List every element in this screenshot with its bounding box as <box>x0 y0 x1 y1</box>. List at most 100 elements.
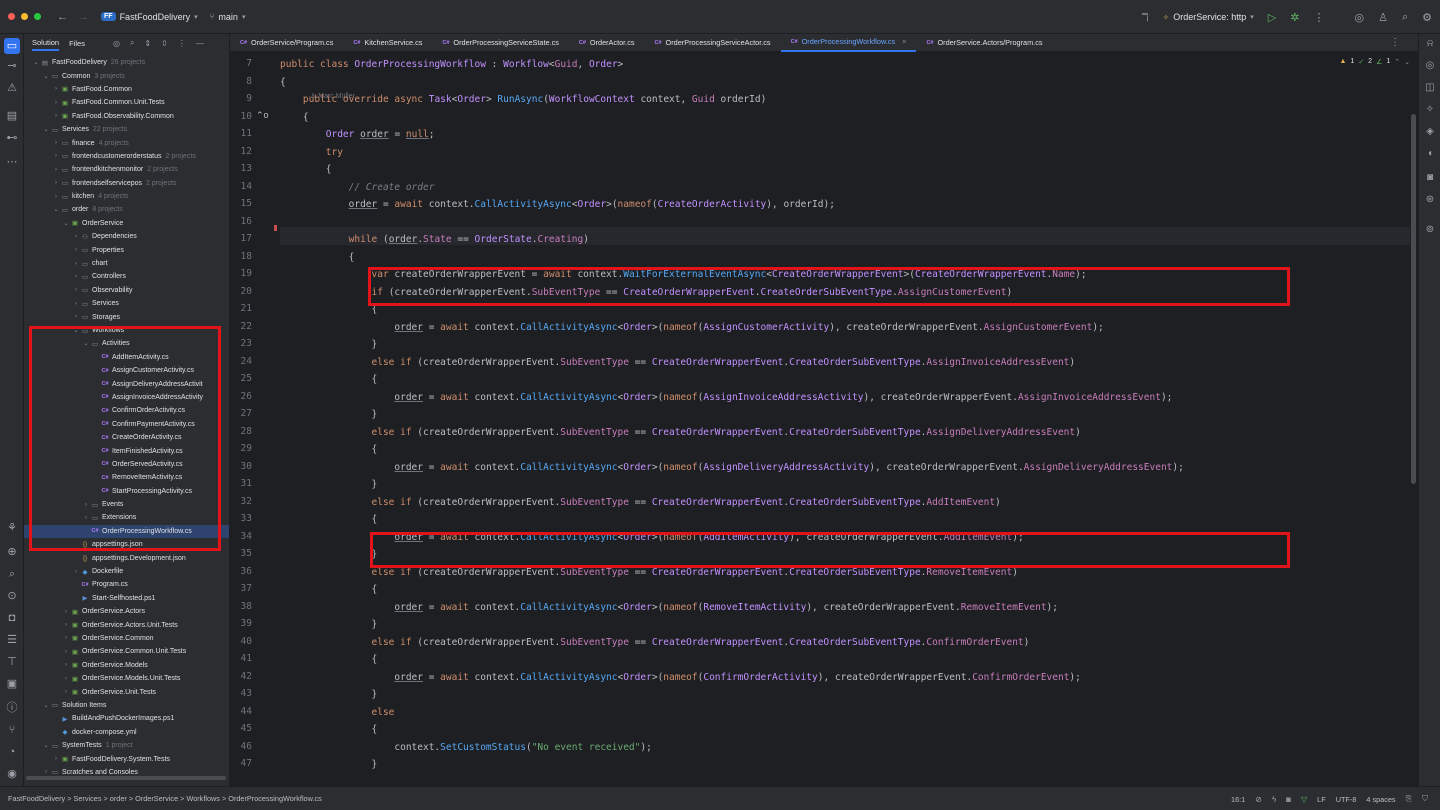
tree-item[interactable]: › ▣ OrderService.Common <box>24 632 229 645</box>
tree-item[interactable]: C# Program.cs <box>24 578 229 591</box>
copilot-icon[interactable]: ◙ <box>1424 172 1436 184</box>
chevron-right-icon[interactable]: › <box>52 86 60 92</box>
endpoints-icon[interactable]: ⊤ <box>4 654 20 670</box>
tree-item[interactable]: › ▭ Controllers <box>24 270 229 283</box>
editor-vertical-scrollbar[interactable] <box>1411 114 1416 484</box>
tree-item[interactable]: ⌄ ▭ Common 3 projects <box>24 69 229 82</box>
close-tab-icon[interactable]: × <box>902 37 906 46</box>
chevron-down-icon[interactable]: ⌄ <box>42 73 50 80</box>
editor-tab[interactable]: C# KitchenService.cs <box>343 34 432 52</box>
chevron-right-icon[interactable]: › <box>62 689 70 695</box>
editor-tab[interactable]: C# OrderProcessingServiceState.cs <box>432 34 568 52</box>
editor-tab[interactable]: C# OrderProcessingServiceActor.cs <box>645 34 781 52</box>
git-icon[interactable]: ⑂ <box>4 722 20 738</box>
notifications-tool-icon[interactable]: ◉ <box>4 766 20 782</box>
chevron-up-icon[interactable]: ⌃ <box>1394 58 1400 66</box>
tree-item[interactable]: {} appsettings.Development.json <box>24 551 229 564</box>
close-window-button[interactable] <box>8 13 15 20</box>
tree-item[interactable]: › ▣ OrderService.Models.Unit.Tests <box>24 672 229 685</box>
chevron-right-icon[interactable]: › <box>52 194 60 200</box>
tree-item[interactable]: › ▣ FastFood.Observability.Common <box>24 110 229 123</box>
breadcrumb[interactable]: FastFoodDelivery > Services > order > Or… <box>8 794 322 803</box>
vcs-status-icon[interactable]: ▽ <box>1301 795 1307 804</box>
ai-chat-icon[interactable]: ◎ <box>1424 60 1436 72</box>
override-gutter-icon[interactable]: ⌃o <box>256 110 269 121</box>
tree-item[interactable]: ⌄ ▣ OrderService <box>24 217 229 230</box>
editor-tab[interactable]: C# OrderService.Actors/Program.cs <box>916 34 1052 52</box>
run-icon[interactable]: ▷ <box>1268 11 1276 24</box>
chevron-right-icon[interactable]: › <box>52 167 60 173</box>
notifications-icon[interactable]: ⍾ <box>1424 38 1436 50</box>
chevron-right-icon[interactable]: › <box>62 676 70 682</box>
tab-solution[interactable]: Solution <box>32 36 60 51</box>
tree-item[interactable]: › ▣ FastFood.Common <box>24 83 229 96</box>
chevron-right-icon[interactable]: › <box>62 662 70 668</box>
code-editor[interactable]: ♙ Marc Müller public class OrderProcessi… <box>280 56 1410 784</box>
chevron-right-icon[interactable]: › <box>72 287 80 293</box>
line-separator[interactable]: LF <box>1317 795 1326 804</box>
database-icon[interactable]: ◫ <box>1424 82 1436 94</box>
search-icon[interactable]: ⌕ <box>1402 11 1408 24</box>
tree-item[interactable]: ⌄ ▭ SystemTests 1 project <box>24 739 229 752</box>
coverage-icon[interactable]: ◖ <box>1424 148 1436 160</box>
copilot-status-icon[interactable]: ◙ <box>1286 795 1291 804</box>
tree-item[interactable]: › ▭ kitchen 4 projects <box>24 190 229 203</box>
shield-icon[interactable]: ⛉ <box>1422 794 1428 804</box>
chevron-right-icon[interactable]: › <box>72 247 80 253</box>
tree-item[interactable]: › ◆ Dockerfile <box>24 565 229 578</box>
editor-tab[interactable]: C# OrderProcessingWorkflow.cs × <box>780 34 917 52</box>
file-encoding[interactable]: UTF-8 <box>1336 795 1357 804</box>
indent-setting[interactable]: 4 spaces <box>1366 795 1395 804</box>
ai-assistant-icon[interactable]: ℸ <box>1141 11 1148 24</box>
chevron-right-icon[interactable]: › <box>72 261 80 267</box>
chevron-right-icon[interactable]: › <box>62 635 70 641</box>
services-icon[interactable]: ⊕ <box>4 544 20 560</box>
caret-position[interactable]: 16:1 <box>1231 795 1245 804</box>
debug-tool-icon[interactable]: ◘ <box>4 610 20 626</box>
tree-item[interactable]: › ▣ FastFood.Common.Unit.Tests <box>24 96 229 109</box>
tree-item[interactable]: › ▣ OrderService.Actors.Unit.Tests <box>24 618 229 631</box>
tree-item[interactable]: › ▭ frontendcustomerorderstatus 2 projects <box>24 150 229 163</box>
terminal-icon[interactable]: ▣ <box>4 676 20 692</box>
settings-icon[interactable]: ⚙ <box>1422 11 1432 24</box>
tree-item[interactable]: › ▭ frontendkitchenmonitor 2 projects <box>24 163 229 176</box>
tree-item[interactable]: › ▭ finance 4 projects <box>24 136 229 149</box>
tab-files[interactable]: Files <box>69 37 85 50</box>
collapse-all-icon[interactable]: ⇳ <box>161 39 168 48</box>
tree-item[interactable]: ⌄ ▭ Solution Items <box>24 699 229 712</box>
chevron-down-icon[interactable]: ⌄ <box>52 206 60 213</box>
account-icon[interactable]: ♙ <box>1378 11 1388 24</box>
tree-item[interactable]: › ▣ OrderService.Actors <box>24 605 229 618</box>
chevron-right-icon[interactable]: › <box>62 609 70 615</box>
structure-icon[interactable]: ▤ <box>4 108 20 124</box>
debug-icon[interactable]: ✲ <box>1290 11 1299 24</box>
locate-icon[interactable]: ◎ <box>113 39 120 48</box>
minimize-window-button[interactable] <box>21 13 28 20</box>
tree-item[interactable]: › ▭ Observability <box>24 284 229 297</box>
run-tool-icon[interactable]: ⊙ <box>4 588 20 604</box>
read-only-toggle-icon[interactable]: ⎘ <box>1406 794 1412 804</box>
options-icon[interactable]: ⋮ <box>178 39 186 48</box>
tree-item[interactable]: › ▭ Properties <box>24 243 229 256</box>
editor-tab[interactable]: C# OrderActor.cs <box>569 34 645 52</box>
tree-item[interactable]: › ▣ FastFoodDelivery.System.Tests <box>24 752 229 765</box>
tree-item[interactable]: ▶ BuildAndPushDockerImages.ps1 <box>24 712 229 725</box>
tree-item[interactable]: › ▣ OrderService.Unit.Tests <box>24 685 229 698</box>
back-arrow-icon[interactable]: ← <box>57 11 68 23</box>
chevron-down-icon[interactable]: ⌄ <box>42 126 50 133</box>
chevron-right-icon[interactable]: › <box>72 301 80 307</box>
chevron-right-icon[interactable]: › <box>42 769 50 775</box>
tree-item[interactable]: › ▭ chart <box>24 257 229 270</box>
ai-assistant-icon[interactable]: ✧ <box>1424 104 1436 116</box>
dottrace-icon[interactable]: ⊚ <box>1424 224 1436 236</box>
tree-item[interactable]: › ▭ frontendselfservicepos 2 projects <box>24 177 229 190</box>
problems-icon[interactable]: ⓘ <box>4 700 20 716</box>
todo-icon[interactable]: ☰ <box>4 632 20 648</box>
inspection-status-icon[interactable]: ⊘ <box>1255 795 1262 804</box>
editor-tab[interactable]: C# OrderService/Program.cs <box>230 34 343 52</box>
chevron-down-icon[interactable]: ⌄ <box>1404 58 1410 66</box>
chevron-right-icon[interactable]: › <box>72 314 80 320</box>
project-switcher[interactable]: FF FastFoodDelivery ▾ <box>101 12 198 22</box>
tree-item[interactable]: ▶ Start-Selfhosted.ps1 <box>24 592 229 605</box>
tree-item[interactable]: › ▣ OrderService.Models <box>24 659 229 672</box>
